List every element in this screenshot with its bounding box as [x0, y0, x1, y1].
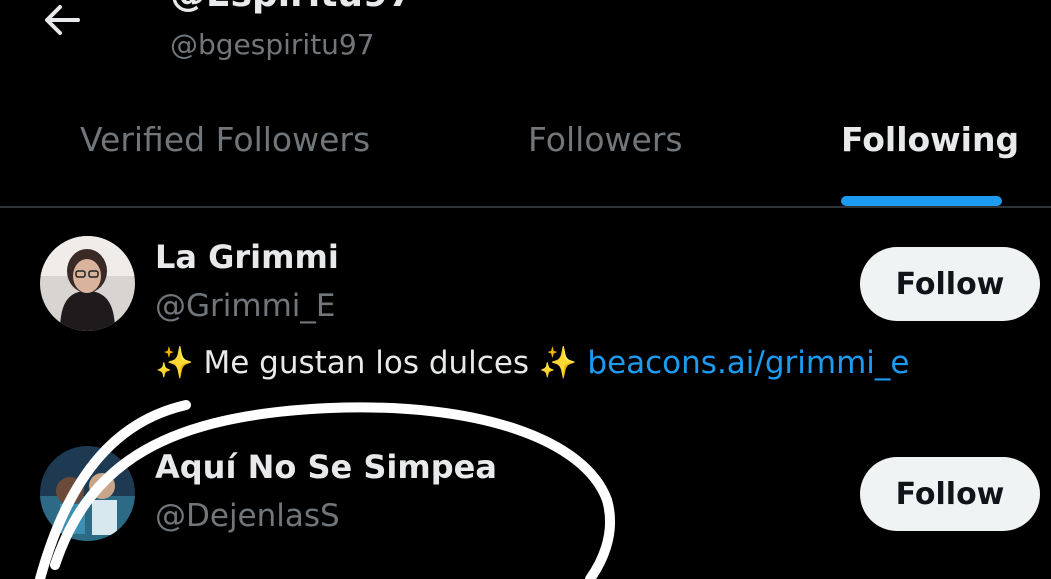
user-handle: @DejenlasS	[155, 498, 340, 534]
profile-header: @Espiritu97 @bgespiritu97	[0, 0, 1051, 100]
arrow-left-icon	[45, 5, 80, 35]
bio-link[interactable]: beacons.ai/grimmi_e	[587, 345, 909, 381]
active-tab-indicator	[841, 196, 1002, 206]
follow-button[interactable]: Follow	[860, 457, 1040, 531]
follow-button[interactable]: Follow	[860, 247, 1040, 321]
tab-bar: Verified Followers Followers Following	[0, 100, 1051, 208]
profile-display-name: @Espiritu97	[170, 0, 413, 15]
user-cell[interactable]: La Grimmi @Grimmi_E ✨ Me gustan los dulc…	[0, 208, 1051, 398]
tab-verified-followers[interactable]: Verified Followers	[80, 120, 370, 168]
sparkles-icon: ✨	[155, 345, 194, 381]
sparkles-icon: ✨	[538, 345, 578, 381]
user-name[interactable]: Aquí No Se Simpea	[155, 448, 497, 486]
tab-followers[interactable]: Followers	[528, 120, 683, 168]
user-bio: ✨ Me gustan los dulces ✨ beacons.ai/grim…	[155, 344, 909, 381]
back-button[interactable]	[40, 0, 84, 40]
bio-text: Me gustan los dulces	[203, 345, 530, 381]
profile-handle: @bgespiritu97	[170, 28, 375, 61]
avatar-image	[40, 446, 135, 541]
avatar[interactable]	[40, 446, 135, 541]
user-name[interactable]: La Grimmi	[155, 238, 339, 276]
avatar-image	[40, 236, 135, 331]
tab-following[interactable]: Following	[841, 120, 1019, 168]
user-cell[interactable]: Aquí No Se Simpea @DejenlasS Follow	[0, 418, 1051, 579]
user-handle: @Grimmi_E	[155, 288, 336, 324]
avatar[interactable]	[40, 236, 135, 331]
